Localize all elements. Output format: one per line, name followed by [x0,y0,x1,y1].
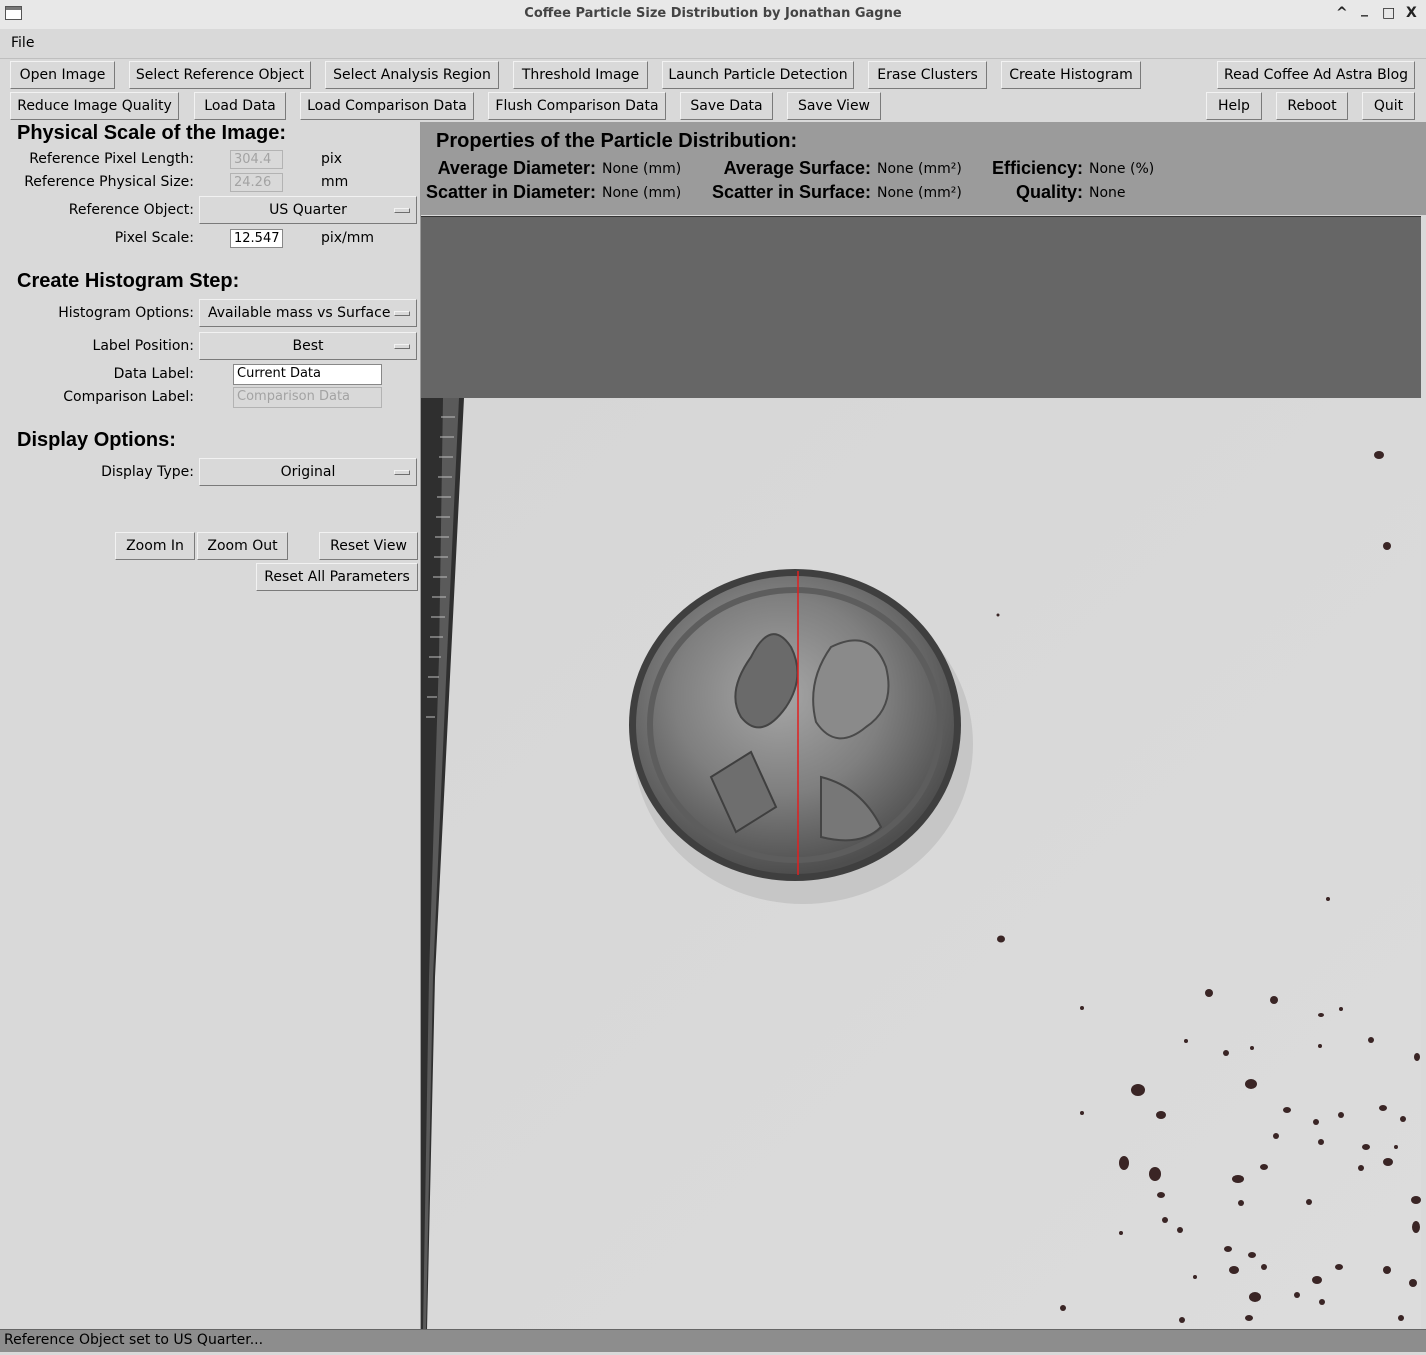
pixel-scale-unit: pix/mm [321,230,375,246]
load-comparison-data-button[interactable]: Load Comparison Data [300,92,474,120]
avg-diameter-value: None [602,161,639,177]
physical-scale-heading: Physical Scale of the Image: [17,122,286,144]
ref-object-label: Reference Object: [68,202,194,218]
save-data-button[interactable]: Save Data [680,92,773,120]
scatter-surface-value: None [877,185,914,201]
erase-clusters-button[interactable]: Erase Clusters [868,61,987,89]
display-type-dropdown[interactable]: Original [199,458,417,486]
ref-pixel-length-unit: pix [321,151,343,167]
avg-diameter-unit: (mm) [643,161,682,177]
scatter-diameter-label: Scatter in Diameter: [425,182,596,202]
reset-view-button[interactable]: Reset View [319,532,418,560]
scatter-diameter-unit: (mm) [643,185,682,201]
help-button[interactable]: Help [1206,92,1262,120]
maximize-window-icon[interactable]: □ [1382,5,1395,21]
zoom-out-button[interactable]: Zoom Out [197,532,288,560]
label-position-value: Best [292,338,324,354]
data-label-label: Data Label: [113,366,194,382]
ref-physical-size-label: Reference Physical Size: [24,174,194,190]
read-blog-button[interactable]: Read Coffee Ad Astra Blog [1217,61,1415,89]
data-label-field[interactable]: Current Data [233,364,382,385]
display-type-label: Display Type: [101,464,194,480]
dropdown-indicator-icon [394,208,410,213]
label-position-label: Label Position: [92,338,194,354]
dropdown-indicator-icon [394,470,410,475]
save-view-button[interactable]: Save View [787,92,881,120]
histogram-options-value: Available mass vs Surface [208,305,391,321]
load-data-button[interactable]: Load Data [194,92,286,120]
display-options-heading: Display Options: [17,429,176,451]
scatter-diameter-value: None [602,185,639,201]
zoom-in-button[interactable]: Zoom In [115,532,195,560]
menu-bar: File [0,29,1426,59]
label-position-dropdown[interactable]: Best [199,332,417,360]
ref-physical-size-field: 24.26 [230,173,283,192]
dropdown-indicator-icon [394,311,410,316]
quality-label: Quality: [1015,182,1083,202]
comparison-label-field: Comparison Data [233,387,382,408]
efficiency-value: None [1089,161,1126,177]
quality-value: None [1089,185,1126,201]
display-type-value: Original [280,464,336,480]
properties-panel: Properties of the Particle Distribution:… [421,122,1426,215]
control-panel: Physical Scale of the Image: Reference P… [0,122,421,1329]
ref-object-value: US Quarter [269,202,347,218]
minimize-window-icon[interactable]: _ [1361,1,1368,17]
launch-particle-detection-button[interactable]: Launch Particle Detection [662,61,854,89]
select-reference-object-button[interactable]: Select Reference Object [129,61,311,89]
us-quarter-coin [629,569,961,881]
reduce-image-quality-button[interactable]: Reduce Image Quality [10,92,179,120]
efficiency-unit: (%) [1130,161,1155,177]
avg-surface-unit: (mm²) [918,161,962,177]
window-title: Coffee Particle Size Distribution by Jon… [524,6,902,21]
comparison-label-label: Comparison Label: [63,389,194,405]
scatter-surface-unit: (mm²) [918,185,962,201]
status-bar: Reference Object set to US Quarter... [0,1329,1426,1352]
flush-comparison-data-button[interactable]: Flush Comparison Data [488,92,666,120]
ref-physical-size-unit: mm [321,174,349,190]
select-analysis-region-button[interactable]: Select Analysis Region [325,61,499,89]
image-viewer[interactable] [421,216,1421,1330]
coffee-sample-photo[interactable] [421,217,1421,1330]
title-bar: Coffee Particle Size Distribution by Jon… [0,0,1426,30]
ref-pixel-length-field: 304.4 [230,150,283,169]
ref-pixel-length-label: Reference Pixel Length: [29,151,194,167]
shade-window-icon[interactable]: ^ [1336,5,1348,21]
properties-heading: Properties of the Particle Distribution: [436,130,798,152]
pixel-scale-field[interactable]: 12.547 [230,229,283,248]
quit-button[interactable]: Quit [1362,92,1415,120]
reboot-button[interactable]: Reboot [1276,92,1348,120]
threshold-image-button[interactable]: Threshold Image [513,61,648,89]
histogram-options-dropdown[interactable]: Available mass vs Surface [199,299,417,327]
pixel-scale-label: Pixel Scale: [114,230,194,246]
scatter-surface-label: Scatter in Surface: [711,182,871,202]
open-image-button[interactable]: Open Image [10,61,115,89]
close-window-icon[interactable]: X [1406,5,1417,21]
dropdown-indicator-icon [394,344,410,349]
ref-object-dropdown[interactable]: US Quarter [199,196,417,224]
avg-surface-value: None [877,161,914,177]
avg-surface-label: Average Surface: [723,158,871,178]
reset-all-parameters-button[interactable]: Reset All Parameters [256,563,418,591]
create-histogram-heading: Create Histogram Step: [17,270,240,292]
avg-diameter-label: Average Diameter: [437,158,596,178]
create-histogram-button[interactable]: Create Histogram [1001,61,1141,89]
histogram-options-label: Histogram Options: [58,305,194,321]
efficiency-label: Efficiency: [991,158,1083,178]
menu-file[interactable]: File [11,35,34,51]
status-message: Reference Object set to US Quarter... [4,1332,264,1348]
